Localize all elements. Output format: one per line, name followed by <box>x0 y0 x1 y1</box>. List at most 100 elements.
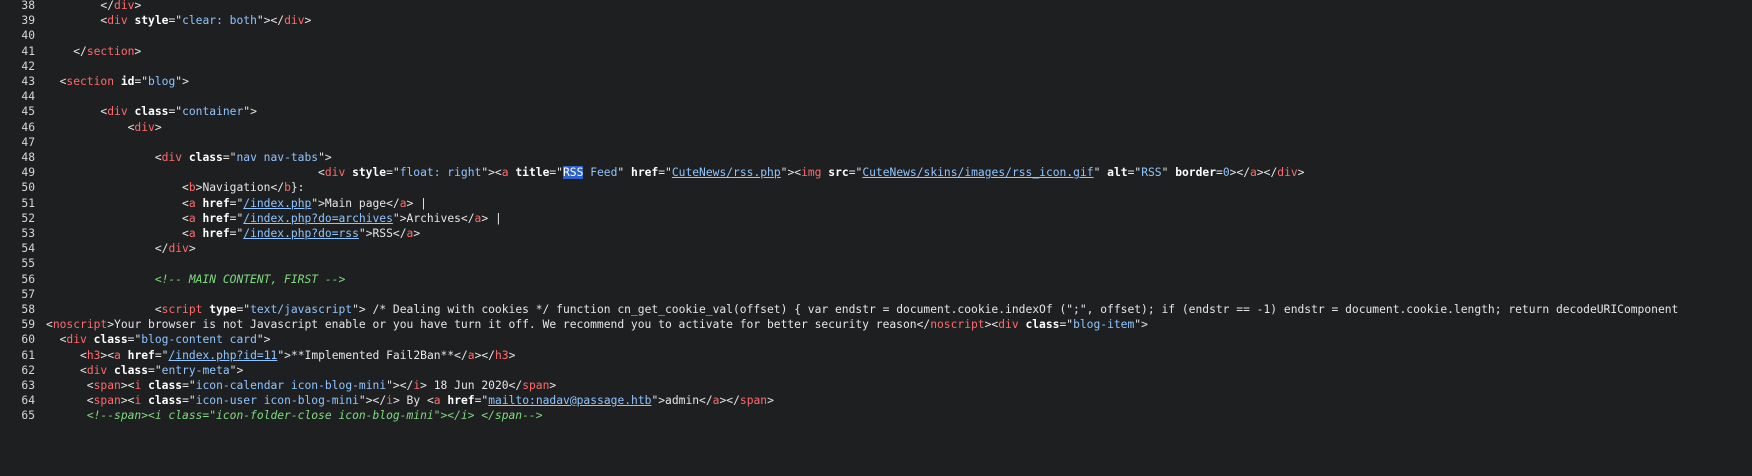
attribute-value: container <box>182 105 244 119</box>
code-text: =" <box>229 196 244 210</box>
code-text: < <box>46 75 67 88</box>
attribute-name: href <box>127 348 155 362</box>
code-text: < <box>46 348 87 362</box>
attribute-name: href <box>631 166 659 180</box>
code-text: "></ <box>358 394 387 408</box>
attribute-value: nav nav-tabs <box>236 151 319 164</box>
code-text: > <box>134 0 142 12</box>
code-text: >Navigation</ <box>195 181 285 195</box>
code-text: >< <box>984 318 999 332</box>
tag-name: a <box>399 196 407 210</box>
code-text: < <box>46 120 135 134</box>
code-text: =" <box>229 227 244 240</box>
code-text: > <box>508 348 516 362</box>
code-text: < <box>46 181 189 195</box>
code-text: </ <box>46 242 169 256</box>
source-link[interactable]: CuteNews/skins/images/rss_icon.gif <box>862 166 1093 179</box>
code-text: < <box>46 394 94 408</box>
code-text: "> <box>256 333 271 347</box>
tag-name: a <box>188 196 196 210</box>
code-line: 65 <!--span><i class="icon-folder-close … <box>0 407 1752 424</box>
code-text: " <box>617 166 632 180</box>
source-link[interactable]: /index.php?id=11 <box>168 349 277 362</box>
attribute-value: icon-calendar icon-blog-mini <box>195 379 387 392</box>
code-text: =" <box>222 151 237 164</box>
tag-name: a <box>114 348 121 362</box>
code-text: "> <box>243 105 257 119</box>
code-text: < <box>46 14 108 28</box>
code-text: =" <box>148 363 162 377</box>
tag-name: noscript <box>52 318 108 332</box>
code-text: ></ <box>474 348 495 362</box>
code-text: "> <box>318 151 332 164</box>
code-text: ></ <box>1229 166 1251 180</box>
tag-name: script <box>161 303 203 316</box>
code-text: < <box>46 151 162 164</box>
code-text: > <box>134 44 142 58</box>
code-text: > <box>413 227 421 240</box>
code-text: = <box>1216 166 1223 180</box>
source-link[interactable]: /index.php?do=rss <box>243 227 359 240</box>
code-text: >Your browser is not Javascript enable o… <box>107 318 931 332</box>
code-text: </ <box>46 44 87 58</box>
tag-name: h3 <box>494 348 509 362</box>
code-text: ">< <box>481 166 502 180</box>
code-text: < <box>46 318 53 332</box>
source-link[interactable]: CuteNews/rss.php <box>672 166 781 179</box>
code-text: =" <box>154 348 169 362</box>
source-link[interactable]: mailto:nadav@passage.htb <box>488 394 651 407</box>
code-text: "></ <box>386 379 414 392</box>
code-text: >< <box>100 348 115 362</box>
code-text: < <box>46 333 67 347</box>
code-text: ">**Implemented Fail2Ban**</ <box>277 348 468 362</box>
code-text: "> <box>229 363 244 377</box>
code-text: =" <box>549 166 563 180</box>
code-text: < <box>46 211 189 225</box>
attribute-value: blog-item <box>1073 318 1135 332</box>
code-text: > | <box>481 211 502 225</box>
attribute-name: type <box>209 303 237 316</box>
code-text: " <box>1161 166 1176 180</box>
attribute-name: class <box>134 105 169 119</box>
code-text: ">admin</ <box>651 394 713 408</box>
code-text: =" <box>474 394 489 408</box>
source-code-viewer: 38 </div> 39 <div style="clear: both"></d… <box>0 0 1752 476</box>
tag-name: div <box>998 318 1019 332</box>
attribute-name: class <box>114 363 149 377</box>
attribute-value: blog-content card <box>141 333 257 347</box>
code-text: =" <box>134 75 149 88</box>
highlighted-selection: RSS <box>562 166 584 180</box>
code-text: =" <box>182 394 196 408</box>
tag-name: div <box>161 151 183 164</box>
code-comment: <!-- MAIN CONTENT, FIRST --> <box>154 272 346 286</box>
code-text: ></ <box>719 394 740 408</box>
tag-name: span <box>739 394 768 408</box>
tag-name: div <box>107 14 128 28</box>
source-link[interactable]: /index.php <box>243 197 311 210</box>
code-text: =" <box>182 379 196 392</box>
tag-name: h3 <box>86 348 101 362</box>
code-text: "> <box>175 75 189 88</box>
code-text: > By < <box>392 394 434 408</box>
tag-name: img <box>801 166 822 180</box>
code-text: ">Archives</ <box>392 211 475 225</box>
tag-name: div <box>66 333 87 347</box>
attribute-value: 0 <box>1222 166 1230 180</box>
tag-name: div <box>107 105 128 119</box>
attribute-value: Feed <box>583 166 618 180</box>
tag-name: div <box>134 120 155 134</box>
attribute-name: class <box>188 151 223 164</box>
tag-name: i <box>386 394 393 408</box>
source-link[interactable]: /index.php?do=archives <box>243 212 393 225</box>
tag-name: b <box>188 181 196 195</box>
tag-name: span <box>522 379 550 392</box>
attribute-value: float: right <box>399 166 482 180</box>
code-text: > <box>1297 166 1305 180</box>
attribute-value: text/javascript <box>250 303 353 316</box>
attribute-value: icon-user icon-blog-mini <box>195 394 359 408</box>
code-comment: <!--span><i class="icon-folder-close ico… <box>86 409 543 423</box>
